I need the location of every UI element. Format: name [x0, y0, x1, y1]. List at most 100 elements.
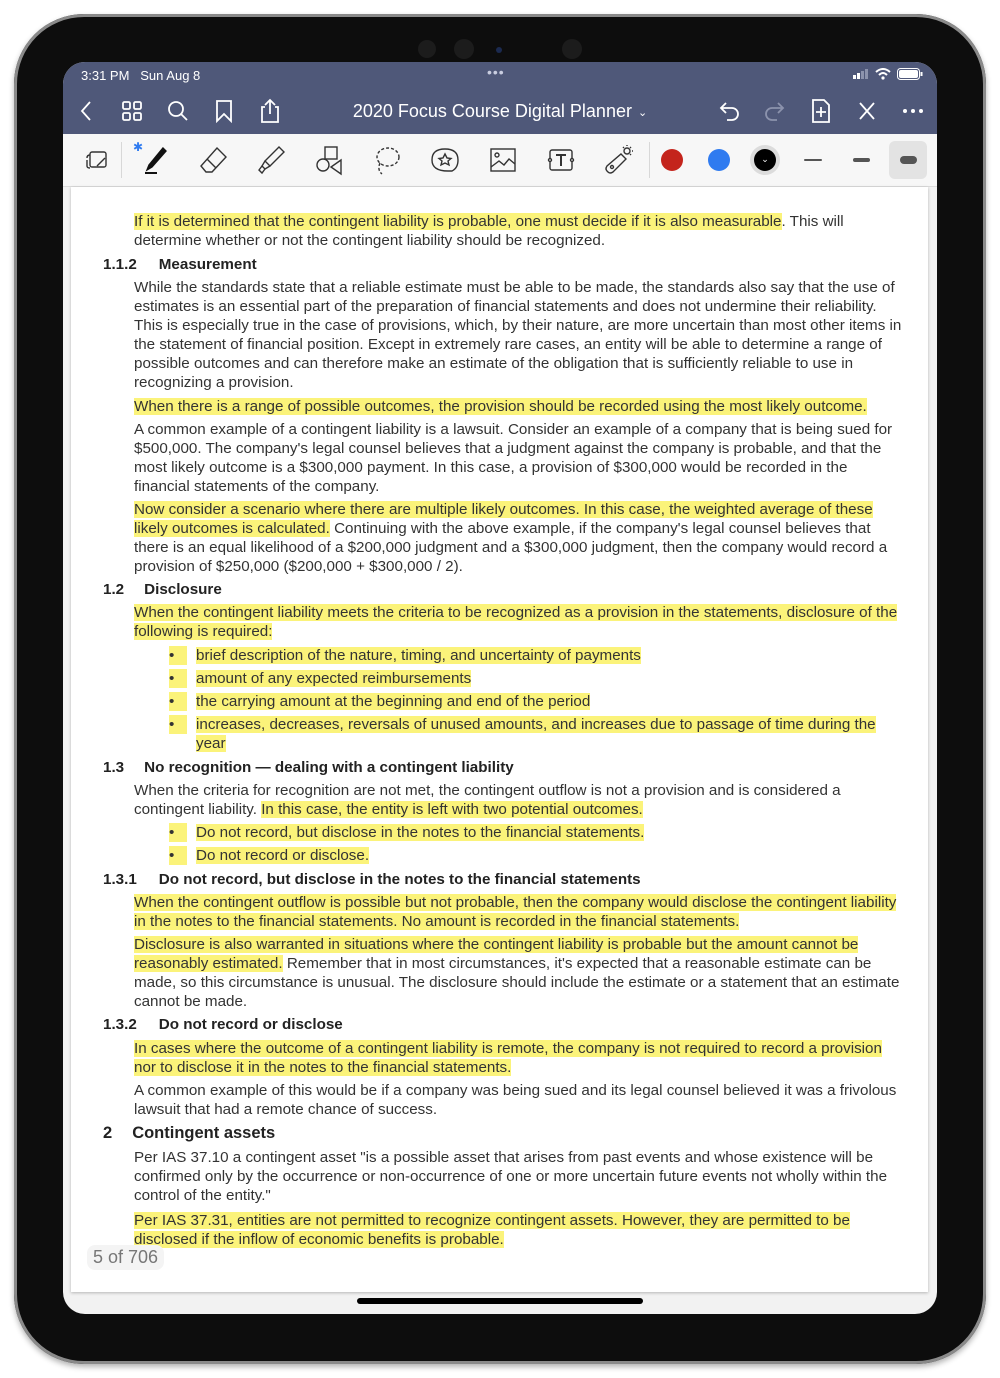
redo-button[interactable]	[759, 96, 789, 126]
section-number: 1.3.1	[103, 871, 137, 888]
highlighted-text: Do not record, but disclose in the notes…	[196, 824, 645, 841]
chevron-down-icon: ⌄	[754, 149, 776, 171]
lasso-tool[interactable]	[369, 142, 405, 178]
status-icons	[853, 68, 923, 80]
color-swatch-red[interactable]	[661, 149, 683, 171]
more-icon	[903, 109, 923, 113]
bullet-icon: •	[169, 646, 187, 665]
paragraph: When the contingent liability meets the …	[134, 603, 904, 641]
section-heading: 1.3.1 Do not record, but disclose in the …	[103, 870, 641, 889]
pen-tool[interactable]	[137, 142, 173, 178]
toolbar-divider	[121, 142, 122, 178]
thin-stroke-icon	[804, 159, 822, 161]
sticker-icon	[431, 148, 459, 172]
body-text: Per IAS 37.10 a contingent asset "is a p…	[134, 1149, 888, 1204]
bullet-text: the carrying amount at the beginning and…	[196, 692, 896, 711]
eraser-tool[interactable]	[195, 142, 231, 178]
highlighted-text: When the contingent liability meets the …	[134, 604, 898, 640]
paragraph: If it is determined that the contingent …	[134, 212, 904, 250]
highlighter-icon	[258, 146, 285, 175]
text-box-icon	[547, 149, 575, 171]
paragraph: Per IAS 37.10 a contingent asset "is a p…	[134, 1148, 904, 1205]
color-swatch-black-selected[interactable]: ⌄	[750, 145, 780, 175]
paragraph: While the standards state that a reliabl…	[134, 278, 904, 392]
highlighted-text: When there is a range of possible outcom…	[134, 398, 867, 415]
section-heading: 1.2 Disclosure	[103, 580, 222, 599]
bullet-icon: •	[169, 823, 187, 842]
paragraph: In cases where the outcome of a continge…	[134, 1039, 904, 1077]
paragraph: Per IAS 37.31, entities are not permitte…	[134, 1211, 904, 1249]
highlighted-text: increases, decreases, reversals of unuse…	[196, 716, 876, 752]
shapes-icon	[316, 146, 342, 176]
undo-button[interactable]	[715, 96, 745, 126]
highlighter-tool[interactable]	[253, 142, 289, 178]
time-text: 3:31 PM	[81, 68, 130, 83]
close-toolbar-icon	[859, 102, 875, 120]
stroke-width-medium[interactable]	[843, 142, 879, 178]
section-title: Measurement	[158, 256, 257, 273]
navigation-bar: 2020 Focus Course Digital Planner ⌄	[63, 88, 937, 134]
document-title: 2020 Focus Course Digital Planner	[352, 101, 632, 121]
home-indicator[interactable]	[357, 1298, 643, 1304]
battery-icon	[897, 68, 923, 80]
lasso-icon	[376, 147, 400, 175]
section-heading: 2 Contingent assets	[103, 1124, 275, 1143]
toolbar-divider	[649, 142, 650, 178]
image-tool[interactable]	[485, 142, 521, 178]
multitasking-handle[interactable]: •••	[487, 64, 505, 80]
highlighted-text: When the contingent outflow is possible …	[134, 894, 897, 930]
app-screen: 3:31 PM Sun Aug 8 ••• 2020 Focus Course …	[63, 62, 937, 1314]
section-title: Do not record or disclose	[158, 1016, 343, 1033]
paragraph: Now consider a scenario where there are …	[134, 500, 904, 576]
section-title: Contingent assets	[132, 1124, 276, 1142]
status-bar: 3:31 PM Sun Aug 8 •••	[63, 62, 937, 88]
highlighted-text: the carrying amount at the beginning and…	[196, 693, 591, 710]
add-page-icon	[812, 99, 830, 123]
body-text: A common example of a contingent liabili…	[134, 421, 893, 495]
laser-pointer-tool[interactable]	[601, 142, 637, 178]
paragraph: A common example of a contingent liabili…	[134, 420, 904, 496]
status-time: 3:31 PM Sun Aug 8	[81, 68, 200, 83]
bullet-text: increases, decreases, reversals of unuse…	[196, 715, 896, 753]
section-number: 1.3	[103, 759, 125, 776]
image-icon	[490, 148, 516, 172]
bullet-text: Do not record, but disclose in the notes…	[196, 823, 896, 842]
text-tool[interactable]	[543, 142, 579, 178]
laser-pointer-icon	[605, 145, 633, 174]
paragraph: A common example of this would be if a c…	[134, 1081, 904, 1119]
medium-stroke-icon	[852, 158, 870, 162]
camera-icon	[496, 47, 502, 53]
bullet-text: Do not record or disclose.	[196, 846, 896, 865]
shapes-tool[interactable]	[311, 142, 347, 178]
sensor-icon	[454, 39, 474, 59]
paragraph: When the criteria for recognition are no…	[134, 781, 904, 819]
section-number: 2	[103, 1124, 113, 1142]
highlighted-text: Per IAS 37.31, entities are not permitte…	[134, 1212, 850, 1248]
section-title: Do not record, but disclose in the notes…	[158, 871, 641, 888]
sticker-tool[interactable]	[427, 142, 463, 178]
color-swatch-blue[interactable]	[708, 149, 730, 171]
section-number: 1.1.2	[103, 256, 137, 273]
more-button[interactable]	[898, 96, 928, 126]
zoom-window-icon	[86, 151, 107, 169]
pdf-page[interactable]: If it is determined that the contingent …	[71, 187, 928, 1292]
body-text: A common example of this would be if a c…	[134, 1082, 897, 1118]
thick-stroke-icon	[899, 156, 917, 164]
stroke-width-thin[interactable]	[795, 142, 831, 178]
highlighted-text: In cases where the outcome of a continge…	[134, 1040, 882, 1076]
stroke-width-thick[interactable]	[889, 141, 927, 179]
page-indicator: 5 of 706	[87, 1245, 165, 1270]
add-page-button[interactable]	[806, 96, 836, 126]
redo-icon	[765, 102, 785, 121]
section-heading: 1.3.2 Do not record or disclose	[103, 1015, 343, 1034]
highlighted-text: In this case, the entity is left with tw…	[261, 801, 643, 818]
paragraph: When the contingent outflow is possible …	[134, 893, 904, 931]
sensor-icon	[562, 39, 582, 59]
body-text: While the standards state that a reliabl…	[134, 279, 902, 391]
annotation-toolbar: ✱ ⌄	[63, 134, 937, 187]
section-heading: 1.3 No recognition — dealing with a conti…	[103, 758, 514, 777]
toggle-toolbar-button[interactable]	[852, 96, 882, 126]
bullet-icon: •	[169, 846, 187, 865]
highlighted-text: Do not record or disclose.	[196, 847, 370, 864]
zoom-window-tool[interactable]	[79, 142, 115, 178]
